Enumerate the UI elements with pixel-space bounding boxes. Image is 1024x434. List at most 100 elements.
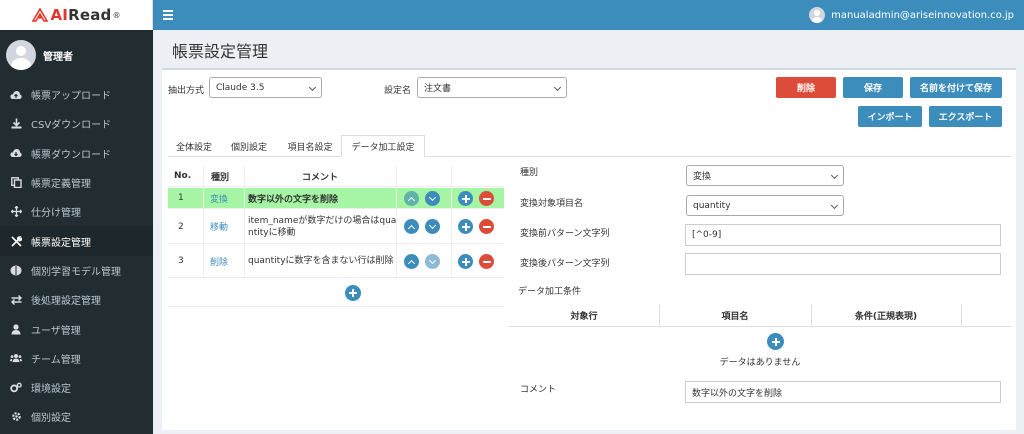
row-kind-link[interactable]: 移動 <box>210 210 228 243</box>
table-row[interactable]: 2 移動 item_nameが数字だけの場合はquantityに移動 <box>168 210 504 244</box>
setting-name-label: 設定名 <box>384 86 412 96</box>
row-kind-link[interactable]: 削除 <box>210 245 228 277</box>
import-button[interactable]: インポート <box>858 106 922 127</box>
move-up-icon[interactable] <box>404 191 419 206</box>
chevron-down-icon <box>553 83 562 92</box>
add-row-icon[interactable] <box>458 254 473 269</box>
after-pattern-label: 変換後パターン文字列 <box>520 259 610 269</box>
setting-name-select[interactable]: 注文書 <box>417 77 567 98</box>
sidebar-item-label: 個別学習モデル管理 <box>31 266 121 278</box>
before-pattern-input[interactable]: [^0-9] <box>685 224 1001 246</box>
row-kind-link[interactable]: 変換 <box>210 188 228 208</box>
sidebar-item-label: 個別設定 <box>31 413 71 425</box>
table-row[interactable]: 1 変換 数字以外の文字を削除 <box>168 188 504 209</box>
tab-item-name-settings[interactable]: 項目名設定 <box>280 135 340 157</box>
remove-row-icon[interactable] <box>479 191 494 206</box>
chevron-down-icon <box>830 201 839 210</box>
sidebar-item-label: CSVダウンロード <box>31 120 112 132</box>
kind-value: 変換 <box>693 172 712 182</box>
row-comment: item_nameが数字だけの場合はquantityに移動 <box>248 215 397 238</box>
sidebar-item-label: 帳票設定管理 <box>31 237 91 249</box>
page-title: 帳票設定管理 <box>172 42 269 61</box>
column-header-kind: 種別 <box>211 172 230 183</box>
top-bar: manualadmin@ariseinnovation.co.jp <box>153 0 1024 30</box>
hamburger-menu-icon[interactable] <box>163 8 173 22</box>
extract-method-value: Claude 3.5 <box>216 82 265 93</box>
tools-icon <box>10 235 22 247</box>
sidebar-item-label: 後処理設定管理 <box>31 296 101 308</box>
avatar <box>6 40 36 70</box>
column-header-comment: コメント <box>302 172 339 183</box>
move-down-icon[interactable] <box>425 254 440 269</box>
chevron-down-icon <box>308 83 317 92</box>
sidebar-item-form-definition[interactable]: 帳票定義管理 <box>0 168 153 197</box>
column-header-no: No. <box>174 171 192 181</box>
sidebar-item-form-download[interactable]: 帳票ダウンロード <box>0 139 153 168</box>
sidebar-item-form-settings[interactable]: 帳票設定管理 <box>0 226 153 256</box>
column-header-item-name: 項目名 <box>721 312 749 322</box>
tab-data-processing-settings[interactable]: データ加工設定 <box>341 135 425 157</box>
move-up-icon[interactable] <box>404 254 419 269</box>
sidebar-item-user-management[interactable]: ユーザ管理 <box>0 314 153 343</box>
comment-input[interactable]: 数字以外の文字を削除 <box>685 381 1001 403</box>
extract-method-select[interactable]: Claude 3.5 <box>209 77 322 98</box>
add-row-icon[interactable] <box>458 191 473 206</box>
export-button[interactable]: エクスポート <box>929 106 1002 127</box>
sidebar-item-label: 仕分け管理 <box>31 208 81 220</box>
app-logo[interactable]: AIRead ® <box>0 0 153 30</box>
no-data-message: データはありません <box>719 358 801 368</box>
before-pattern-label: 変換前パターン文字列 <box>520 229 610 239</box>
copy-icon <box>10 177 22 189</box>
sidebar-item-label: 帳票ダウンロード <box>31 149 111 161</box>
save-button[interactable]: 保存 <box>843 77 903 98</box>
table-header: No. 種別 コメント <box>168 166 504 187</box>
save-as-button[interactable]: 名前を付けて保存 <box>910 77 1002 98</box>
tab-general-settings[interactable]: 全体設定 <box>168 135 220 157</box>
row-no: 2 <box>178 221 184 232</box>
add-condition-icon[interactable] <box>767 333 784 350</box>
tab-individual-settings[interactable]: 個別設定 <box>224 135 274 157</box>
target-item-label: 変換対象項目名 <box>520 199 584 209</box>
logo-text: AIRead <box>50 6 112 24</box>
sidebar-item-csv-download[interactable]: CSVダウンロード <box>0 109 153 138</box>
sidebar-item-environment[interactable]: 環境設定 <box>0 373 153 402</box>
column-header-condition: 条件(正規表現) <box>854 312 918 322</box>
sidebar-item-upload[interactable]: 帳票アップロード <box>0 80 153 109</box>
settings-tabs: 全体設定 個別設定 項目名設定 データ加工設定 <box>168 135 1011 157</box>
delete-button[interactable]: 削除 <box>776 77 836 98</box>
add-rule-icon[interactable] <box>345 285 361 301</box>
move-up-icon[interactable] <box>404 219 419 234</box>
table-row[interactable]: 3 削除 quantityに数字を含まない行は削除 <box>168 245 504 278</box>
cogs-icon <box>10 382 22 394</box>
topbar-user-menu[interactable]: manualadmin@ariseinnovation.co.jp <box>809 0 1014 30</box>
move-down-icon[interactable] <box>425 191 440 206</box>
user-avatar-icon <box>809 7 826 23</box>
after-pattern-input[interactable] <box>685 253 1001 275</box>
remove-row-icon[interactable] <box>479 219 494 234</box>
user-email: manualadmin@ariseinnovation.co.jp <box>831 9 1014 21</box>
row-no: 3 <box>178 256 184 266</box>
sidebar-item-team-management[interactable]: チーム管理 <box>0 344 153 373</box>
sidebar-menu: 帳票アップロード CSVダウンロード 帳票ダウンロード 帳票定義管理 仕分け管理 <box>0 80 153 432</box>
target-item-select[interactable]: quantity <box>686 195 844 216</box>
sidebar-item-label: 環境設定 <box>31 384 71 396</box>
sidebar-item-learning-model[interactable]: 個別学習モデル管理 <box>0 256 153 285</box>
brain-icon <box>10 264 22 276</box>
sidebar-item-label: チーム管理 <box>31 354 81 366</box>
download-icon <box>10 118 22 130</box>
sidebar-item-sorting[interactable]: 仕分け管理 <box>0 197 153 226</box>
conditions-label: データ加工条件 <box>518 287 582 297</box>
kind-select[interactable]: 変換 <box>686 165 844 186</box>
move-down-icon[interactable] <box>425 219 440 234</box>
sidebar-item-personal-settings[interactable]: 個別設定 <box>0 402 153 431</box>
kind-label: 種別 <box>520 168 539 178</box>
sidebar-item-label: ユーザ管理 <box>31 325 81 337</box>
sidebar: AIRead ® 管理者 帳票アップロード CSVダウンロード 帳票ダウンロード <box>0 0 153 434</box>
user-icon <box>10 323 22 335</box>
gear-icon <box>10 411 22 423</box>
add-row-icon[interactable] <box>458 219 473 234</box>
remove-row-icon[interactable] <box>479 254 494 269</box>
row-comment: quantityに数字を含まない行は削除 <box>248 256 394 266</box>
extract-method-label: 抽出方式 <box>168 86 205 96</box>
sidebar-item-postprocess[interactable]: 後処理設定管理 <box>0 285 153 314</box>
